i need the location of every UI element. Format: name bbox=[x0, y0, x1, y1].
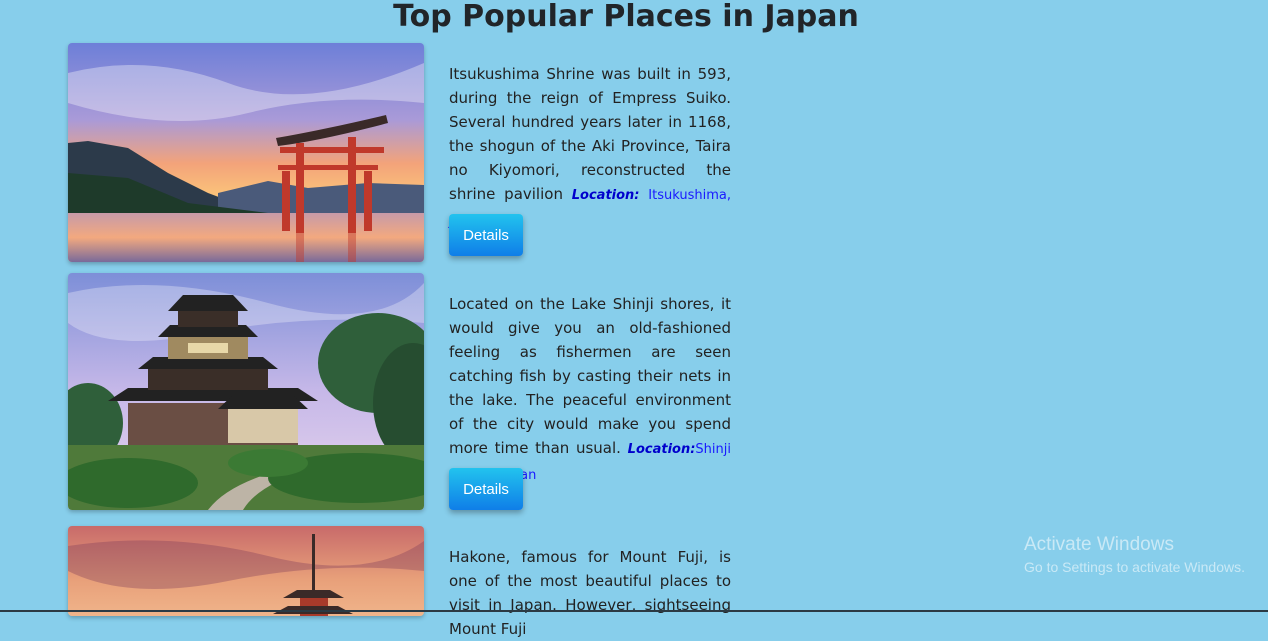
place-card-body: Hakone, famous for Mount Fuji, is one of… bbox=[449, 545, 731, 641]
activate-windows-watermark: Activate Windows Go to Settings to activ… bbox=[1024, 534, 1245, 578]
location-label: Location: bbox=[627, 442, 696, 457]
location-label: Location: bbox=[571, 188, 640, 203]
place-description: Itsukushima Shrine was built in 593, dur… bbox=[449, 65, 731, 203]
hakone-pagoda-image bbox=[68, 526, 424, 616]
itsukushima-torii-image bbox=[68, 43, 424, 262]
place-card-itsukushima: Itsukushima Shrine was built in 593, dur… bbox=[68, 43, 738, 263]
place-description: Hakone, famous for Mount Fuji, is one of… bbox=[449, 548, 731, 638]
watermark-title: Activate Windows bbox=[1024, 534, 1174, 555]
page-title: Top Popular Places in Japan bbox=[393, 0, 859, 34]
details-button[interactable]: Details bbox=[449, 468, 523, 510]
watermark-subtitle: Go to Settings to activate Windows. bbox=[1024, 559, 1245, 575]
details-button[interactable]: Details bbox=[449, 214, 523, 256]
place-card-hakone: Hakone, famous for Mount Fuji, is one of… bbox=[68, 526, 738, 638]
place-description: Located on the Lake Shinji shores, it wo… bbox=[449, 295, 731, 457]
place-card-shinji: Located on the Lake Shinji shores, it wo… bbox=[68, 273, 738, 511]
place-card-body: Located on the Lake Shinji shores, it wo… bbox=[449, 292, 731, 488]
place-card-body: Itsukushima Shrine was built in 593, dur… bbox=[449, 62, 731, 234]
matsue-castle-image bbox=[68, 273, 424, 510]
